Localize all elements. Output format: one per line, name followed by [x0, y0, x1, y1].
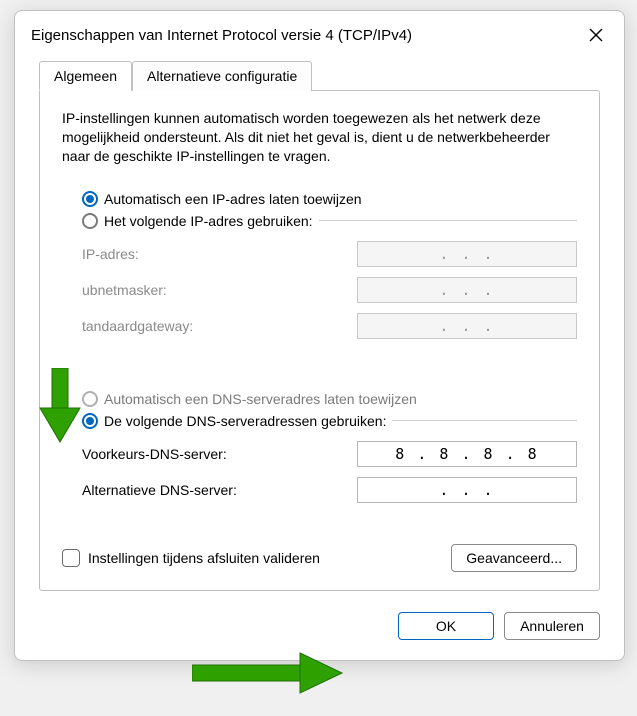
close-icon: [589, 28, 603, 42]
radio-icon: [82, 191, 98, 207]
dialog-footer: OK Annuleren: [15, 608, 624, 660]
alternate-dns-label: Alternatieve DNS-server:: [82, 482, 357, 498]
radio-dns-manual-label: De volgende DNS-serveradressen gebruiken…: [104, 413, 386, 429]
tab-alternate[interactable]: Alternatieve configuratie: [132, 61, 312, 91]
ipv4-properties-dialog: Eigenschappen van Internet Protocol vers…: [14, 10, 625, 661]
advanced-button[interactable]: Geavanceerd...: [451, 544, 577, 572]
ip-address-field[interactable]: . . .: [357, 241, 577, 267]
radio-dns-auto-label: Automatisch een DNS-serveradres laten to…: [104, 391, 417, 407]
ip-address-group: Automatisch een IP-adres laten toewijzen…: [62, 188, 577, 354]
validate-row: Instellingen tijdens afsluiten valideren…: [62, 544, 577, 572]
subnet-mask-field[interactable]: . . .: [357, 277, 577, 303]
dialog-title: Eigenschappen van Internet Protocol vers…: [31, 27, 582, 44]
alternate-dns-field[interactable]: . . .: [357, 477, 577, 503]
default-gateway-field[interactable]: . . .: [357, 313, 577, 339]
ip-address-label: IP-adres:: [82, 246, 357, 262]
radio-ip-manual-label: Het volgende IP-adres gebruiken:: [104, 213, 313, 229]
validate-checkbox[interactable]: [62, 549, 80, 567]
tab-general[interactable]: Algemeen: [39, 61, 132, 91]
cancel-button[interactable]: Annuleren: [504, 612, 600, 640]
radio-icon: [82, 213, 98, 229]
radio-icon: [82, 413, 98, 429]
radio-dns-manual[interactable]: De volgende DNS-serveradressen gebruiken…: [82, 410, 386, 432]
tab-panel: IP-instellingen kunnen automatisch worde…: [39, 90, 600, 591]
validate-label: Instellingen tijdens afsluiten valideren: [88, 550, 320, 566]
titlebar: Eigenschappen van Internet Protocol vers…: [15, 11, 624, 57]
preferred-dns-label: Voorkeurs-DNS-server:: [82, 446, 357, 462]
close-button[interactable]: [582, 21, 610, 49]
default-gateway-label: tandaardgateway:: [82, 318, 357, 334]
dns-group: Automatisch een DNS-serveradres laten to…: [62, 388, 577, 518]
radio-ip-manual[interactable]: Het volgende IP-adres gebruiken:: [82, 210, 313, 232]
radio-icon: [82, 391, 98, 407]
radio-ip-auto[interactable]: Automatisch een IP-adres laten toewijzen: [62, 188, 577, 210]
subnet-mask-label: ubnetmasker:: [82, 282, 357, 298]
radio-dns-auto[interactable]: Automatisch een DNS-serveradres laten to…: [62, 388, 577, 410]
tabstrip: Algemeen Alternatieve configuratie: [39, 61, 600, 91]
intro-text: IP-instellingen kunnen automatisch worde…: [62, 109, 577, 166]
ok-button[interactable]: OK: [398, 612, 494, 640]
preferred-dns-field[interactable]: 8 . 8 . 8 . 8: [357, 441, 577, 467]
radio-ip-auto-label: Automatisch een IP-adres laten toewijzen: [104, 191, 362, 207]
